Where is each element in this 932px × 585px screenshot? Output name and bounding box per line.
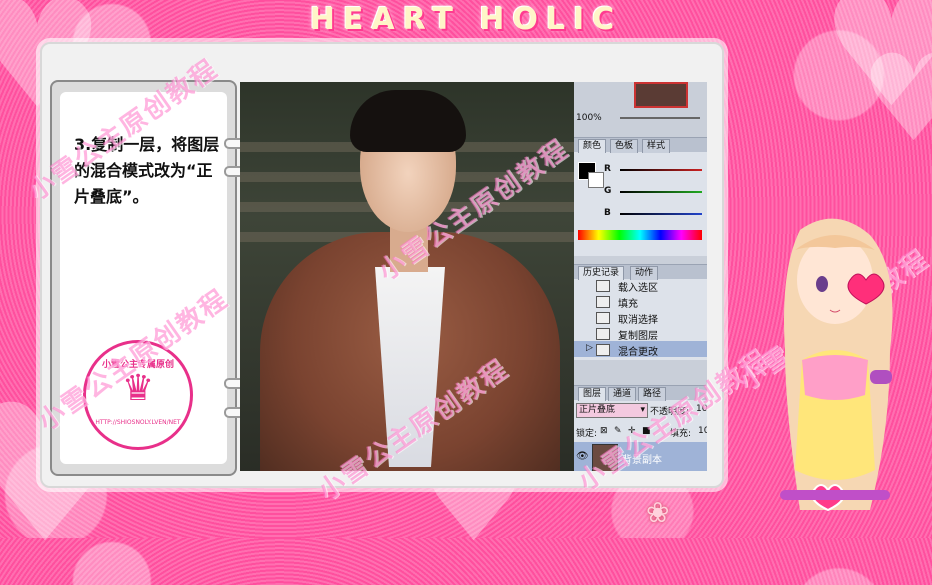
- history-pointer-icon: ▷: [586, 343, 593, 353]
- history-item-selected[interactable]: ▷ 混合更改: [574, 341, 707, 358]
- flower-icon: ❀: [646, 496, 670, 529]
- history-state-icon: [596, 280, 610, 292]
- red-slider[interactable]: [620, 169, 702, 171]
- navigator-panel: 100%: [574, 82, 707, 127]
- navigator-thumbnail: [634, 82, 688, 108]
- fill-value[interactable]: 10: [698, 426, 707, 436]
- history-panel: 历史记录 动作 载入选区 填充 取消选择 复制图层 ▷ 混合更改: [574, 264, 707, 360]
- green-slider[interactable]: [620, 191, 702, 193]
- tab-paths[interactable]: 路径: [638, 387, 667, 401]
- background-color-swatch[interactable]: [588, 172, 604, 188]
- history-item[interactable]: 载入选区: [574, 277, 707, 294]
- history-state-icon: [596, 296, 610, 308]
- slider-g-label: G: [604, 186, 612, 196]
- cartoon-girl-illustration: [780, 218, 893, 512]
- lock-label: 锁定:: [576, 429, 598, 439]
- color-panel: 颜色 色板 样式 R G B: [574, 137, 707, 256]
- history-state-icon: [596, 312, 610, 324]
- color-spectrum-bar[interactable]: [578, 230, 702, 240]
- blue-slider[interactable]: [620, 213, 702, 215]
- tab-styles[interactable]: 样式: [642, 139, 671, 153]
- zoom-slider[interactable]: [620, 117, 700, 119]
- history-state-icon: [596, 328, 610, 340]
- background-heart: ♥: [860, 30, 932, 169]
- tab-layers[interactable]: 图层: [578, 387, 607, 401]
- slider-b-label: B: [604, 208, 611, 218]
- history-item[interactable]: 取消选择: [574, 309, 707, 326]
- zoom-level[interactable]: 100%: [576, 113, 602, 123]
- lock-transparency-icon[interactable]: ⊠: [600, 426, 608, 436]
- slider-r-label: R: [604, 164, 611, 174]
- history-item[interactable]: 填充: [574, 293, 707, 310]
- brand-title: HEART HOLIC: [309, 2, 623, 37]
- tab-channels[interactable]: 通道: [608, 387, 637, 401]
- stamp-url: HTTP://SHIOSNOLY.LVEN/NET: [95, 419, 181, 426]
- tab-color[interactable]: 颜色: [578, 139, 607, 153]
- history-state-icon: [596, 344, 610, 356]
- tab-swatches[interactable]: 色板: [610, 139, 639, 153]
- history-item[interactable]: 复制图层: [574, 325, 707, 342]
- blend-mode-select[interactable]: 正片叠底 ▾: [576, 403, 648, 418]
